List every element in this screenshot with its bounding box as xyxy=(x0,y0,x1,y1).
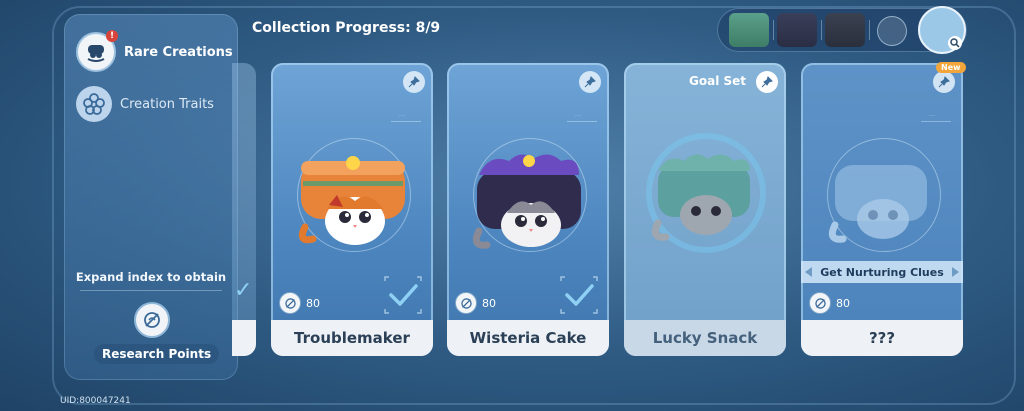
research-points-icon xyxy=(279,292,301,314)
mini-creation-icon[interactable] xyxy=(877,16,907,46)
sidebar: ! Rare Creations Creation Traits Expand … xyxy=(64,14,238,380)
deco-line xyxy=(921,121,951,122)
points-display: 80 xyxy=(809,292,850,314)
creation-card-unknown[interactable]: ···· Get Nurturing Clues 80 ??? xyxy=(801,63,963,356)
points-value: 80 xyxy=(482,296,496,310)
pin-icon[interactable] xyxy=(933,71,955,93)
research-points-icon xyxy=(455,292,477,314)
deco-line xyxy=(567,121,597,122)
divider xyxy=(821,20,822,40)
creature-silhouette-icon xyxy=(828,165,927,243)
research-points-icon xyxy=(809,292,831,314)
search-icon[interactable] xyxy=(948,36,962,50)
sidebar-item-rare-creations[interactable]: ! Rare Creations xyxy=(76,30,233,72)
creation-card-lucky-snack[interactable]: Goal Set Lucky Snack xyxy=(624,63,786,356)
new-badge: New xyxy=(936,62,966,73)
pin-icon[interactable] xyxy=(579,71,601,93)
deco-line xyxy=(391,121,421,122)
research-points-icon[interactable] xyxy=(134,302,170,338)
sidebar-item-creation-traits[interactable]: Creation Traits xyxy=(76,86,214,122)
card-name: Wisteria Cake xyxy=(447,320,609,356)
card-name: Lucky Snack xyxy=(624,320,786,356)
uid-text: UID:800047241 xyxy=(60,396,131,406)
sidebar-item-label: Rare Creations xyxy=(124,44,233,60)
mini-creation-icon[interactable] xyxy=(825,13,865,47)
goal-set-label: Goal Set xyxy=(689,74,746,88)
sidebar-item-label: Creation Traits xyxy=(120,96,214,112)
check-icon: ✓ xyxy=(234,278,253,303)
card-name-bar xyxy=(232,320,256,356)
creature-wisteria-cake-icon xyxy=(472,154,581,249)
deco-text: ···· xyxy=(929,113,936,119)
creature-troublemaker-icon xyxy=(298,156,405,245)
research-points-label: Research Points xyxy=(94,344,220,364)
mini-creation-icon[interactable] xyxy=(777,13,817,47)
pin-icon[interactable] xyxy=(756,71,778,93)
divider xyxy=(869,20,870,40)
deco-text: ···· xyxy=(399,113,406,119)
divider xyxy=(80,290,222,291)
creation-card-wisteria-cake[interactable]: ···· 80 Wisteria Cake xyxy=(447,63,609,356)
get-nurturing-clues-button[interactable]: Get Nurturing Clues xyxy=(801,261,963,283)
divider xyxy=(773,20,774,40)
pin-icon[interactable] xyxy=(403,71,425,93)
expand-index-text: Expand index to obtain xyxy=(75,270,227,284)
card-name: ??? xyxy=(801,320,963,356)
partial-card[interactable]: ✓ xyxy=(232,63,256,356)
points-display: 80 xyxy=(279,292,320,314)
points-value: 80 xyxy=(836,296,850,310)
collection-progress: Collection Progress: 8/9 xyxy=(252,20,441,36)
check-icon xyxy=(560,276,598,314)
alert-badge: ! xyxy=(106,30,118,42)
points-display: 80 xyxy=(455,292,496,314)
points-value: 80 xyxy=(306,296,320,310)
creature-lucky-snack-icon xyxy=(651,154,750,241)
mini-creation-icon[interactable] xyxy=(729,13,769,47)
deco-text: ···· xyxy=(575,113,582,119)
check-icon xyxy=(384,276,422,314)
card-name: Troublemaker xyxy=(271,320,433,356)
flower-icon xyxy=(76,86,112,122)
creation-card-troublemaker[interactable]: ···· 80 Troublemaker xyxy=(271,63,433,356)
